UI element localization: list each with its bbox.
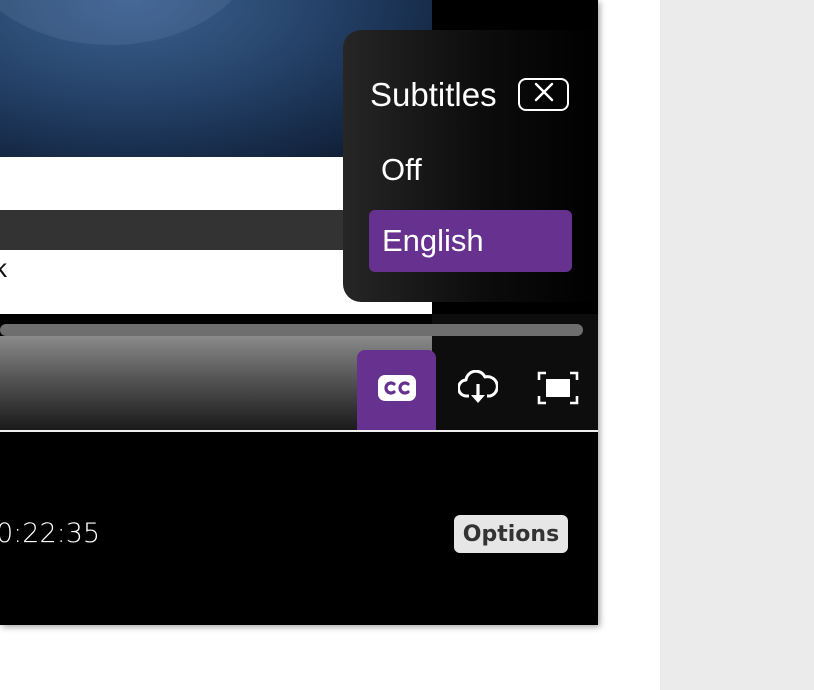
subtitles-title: Subtitles xyxy=(370,76,497,113)
subtitles-menu: Subtitles Off English xyxy=(343,30,598,302)
elapsed-time: 0:22:35 xyxy=(0,518,101,549)
closed-captions-button[interactable] xyxy=(357,350,436,430)
progress-bar[interactable] xyxy=(0,324,583,336)
video-highlight xyxy=(0,0,260,45)
fullscreen-icon xyxy=(537,371,579,410)
options-button[interactable]: Options xyxy=(454,515,568,553)
fullscreen-button[interactable] xyxy=(518,350,597,430)
video-player: k 0:22:35 Options Subtitles Off English xyxy=(0,0,598,625)
slide-text: k xyxy=(0,253,7,283)
subtitle-option-english[interactable]: English xyxy=(369,210,572,272)
subtitle-option-off[interactable]: Off xyxy=(381,152,422,188)
close-icon xyxy=(534,82,554,107)
download-button[interactable] xyxy=(438,350,517,430)
cloud-download-icon xyxy=(456,369,499,411)
cc-icon xyxy=(377,374,416,406)
controls-divider xyxy=(0,430,598,432)
subtitles-close-button[interactable] xyxy=(518,78,569,111)
side-panel xyxy=(660,0,814,690)
